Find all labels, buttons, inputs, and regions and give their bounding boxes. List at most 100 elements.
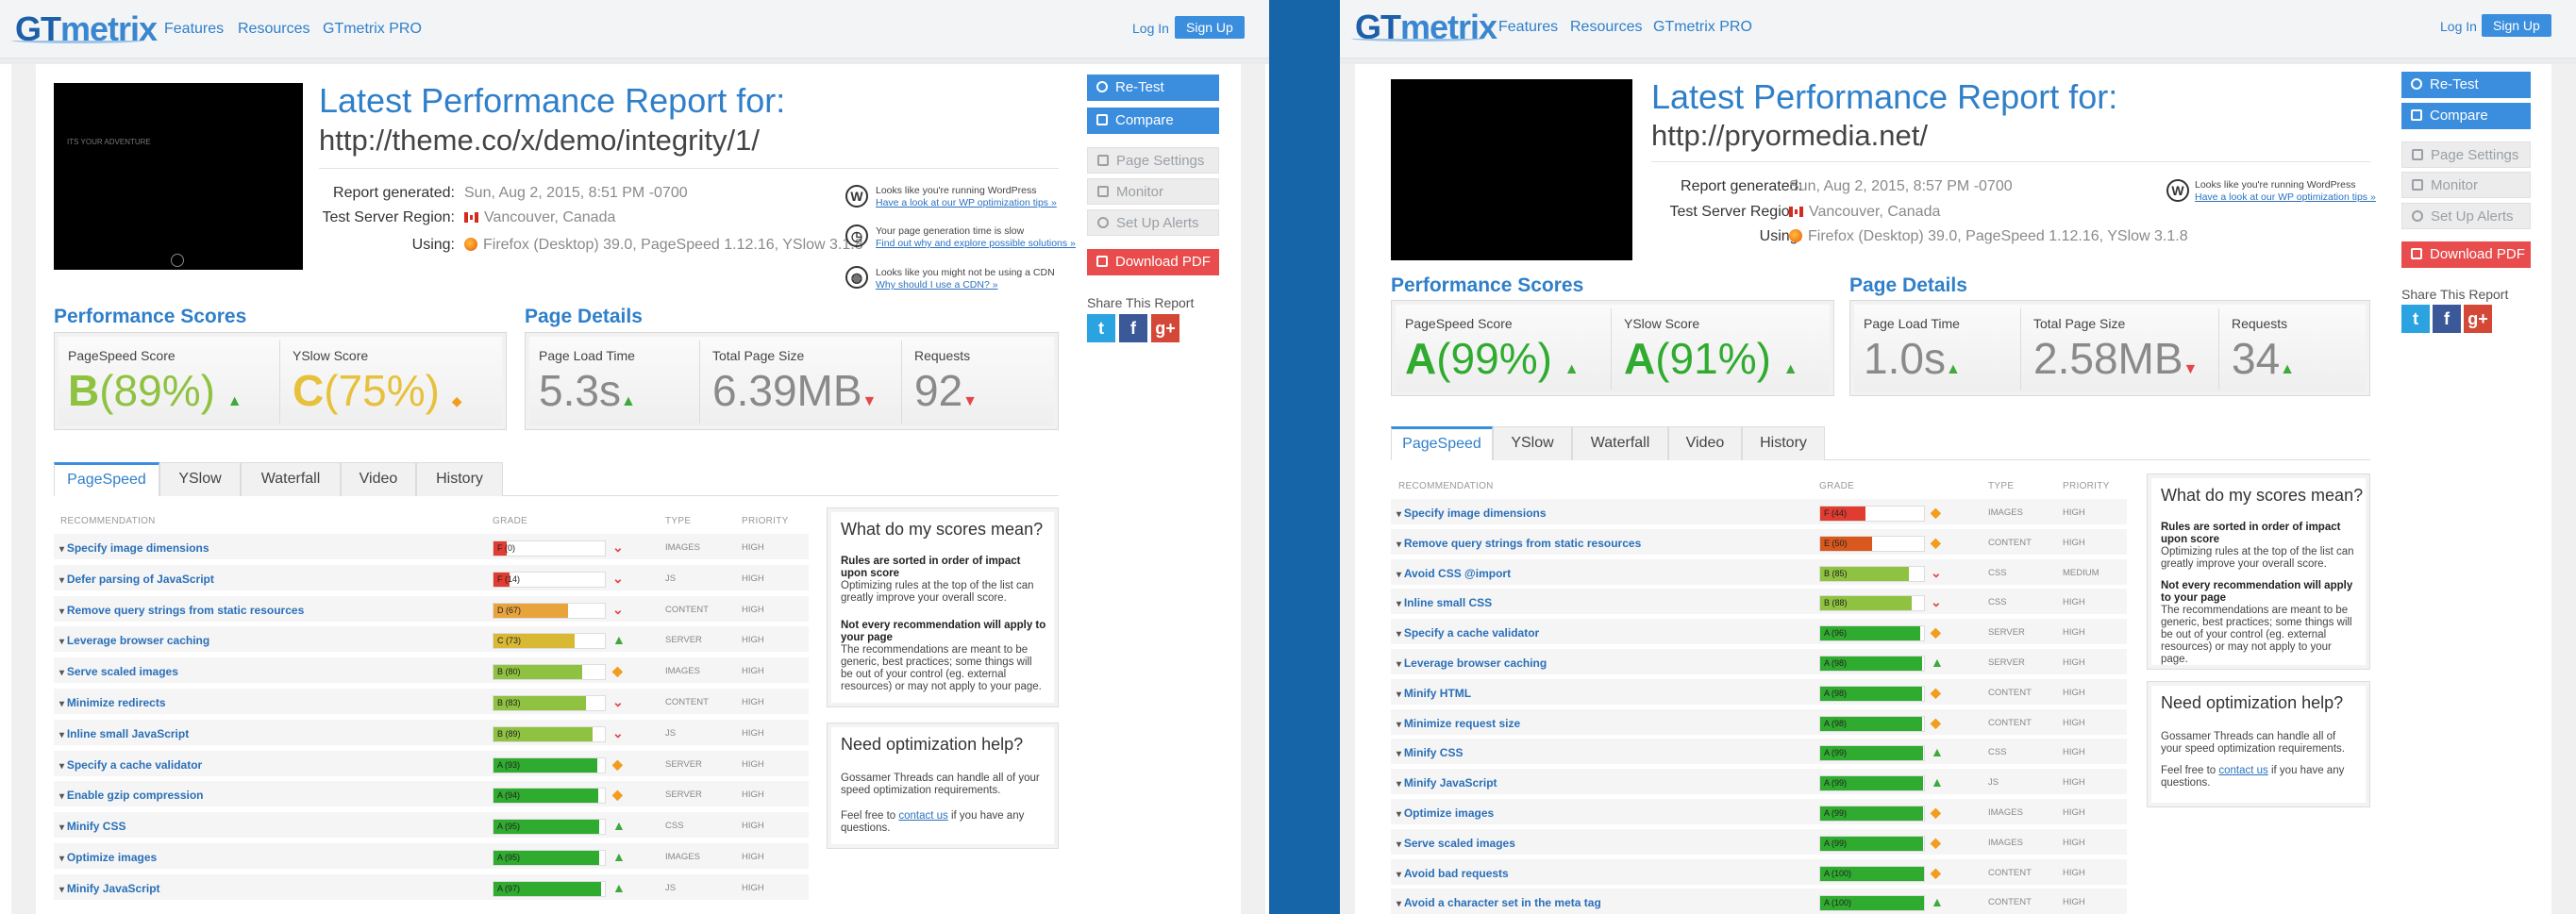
page-settings-button[interactable]: Page Settings [2401,141,2531,168]
nav-resources[interactable]: Resources [238,21,309,38]
slow-solutions-link[interactable]: Find out why and explore possible soluti… [876,238,1076,250]
recommendation-name[interactable]: Minimize redirects [59,696,166,709]
download-pdf-button[interactable]: Download PDF [2401,241,2531,268]
table-row[interactable]: Specify image dimensions F (44) ◆ IMAGES HIG… [1391,499,2127,527]
recommendation-name[interactable]: Inline small JavaScript [59,727,189,740]
table-row[interactable]: Avoid a character set in the meta tag A (… [1391,889,2127,914]
googleplus-icon[interactable]: g+ [2464,305,2492,333]
table-row[interactable]: Serve scaled images A (99) ◆ IMAGES HIGH [1391,828,2127,857]
cdn-link[interactable]: Why should I use a CDN? » [876,279,1055,291]
tab-history[interactable]: History [416,462,503,496]
tab-pagespeed[interactable]: PageSpeed [1391,426,1493,460]
recommendation-name[interactable]: Specify image dimensions [1397,507,1547,520]
retest-button[interactable]: Re-Test [1087,75,1219,101]
recommendation-name[interactable]: Specify a cache validator [59,758,202,772]
total-page-size: Total Page Size 6.39MB▼ [712,348,878,415]
recommendation-name[interactable]: Remove query strings from static resourc… [1397,537,1641,550]
table-row[interactable]: Minimize redirects B (83) ⌄ CONTENT HIGH [54,689,809,717]
table-row[interactable]: Specify image dimensions F (0) ⌄ IMAGES HIGH [54,534,809,562]
recommendation-name[interactable]: Specify a cache validator [1397,626,1539,640]
recommendation-name[interactable]: Leverage browser caching [1397,656,1547,670]
monitor-button[interactable]: Monitor [2401,172,2531,198]
recommendation-name[interactable]: Enable gzip compression [59,789,204,802]
recommendation-name[interactable]: Minimize request size [1397,717,1520,730]
table-row[interactable]: Specify a cache validator A (96) ◆ SERVER HI… [1391,619,2127,648]
compare-button[interactable]: Compare [1087,108,1219,134]
table-row[interactable]: Minify HTML A (98) ◆ CONTENT HIGH [1391,678,2127,707]
table-row[interactable]: Minify CSS A (99) ▲ CSS HIGH [1391,739,2127,768]
recommendation-name[interactable]: Avoid CSS @import [1397,567,1511,580]
gtmetrix-logo[interactable]: GTmetrix [1351,8,1497,47]
recommendation-name[interactable]: Minify CSS [1397,746,1464,759]
recommendation-name[interactable]: Minify CSS [59,820,126,833]
recommendation-name[interactable]: Optimize images [1397,806,1494,820]
retest-button[interactable]: Re-Test [2401,72,2531,98]
nav-resources[interactable]: Resources [1570,19,1642,36]
twitter-icon[interactable]: t [1087,314,1115,342]
nav-features[interactable]: Features [164,21,224,38]
table-row[interactable]: Remove query strings from static resourc… [54,595,809,624]
recommendation-name[interactable]: Minify JavaScript [59,882,160,895]
tab-video[interactable]: Video [1668,426,1742,460]
tab-video[interactable]: Video [341,462,416,496]
page-settings-button[interactable]: Page Settings [1087,147,1219,174]
table-row[interactable]: Leverage browser caching C (73) ▲ SERVER HIG… [54,626,809,656]
nav-features[interactable]: Features [1498,19,1558,36]
table-row[interactable]: Defer parsing of JavaScript F (14) ⌄ JS HIGH [54,564,809,593]
recommendation-name[interactable]: Minify JavaScript [1397,776,1497,789]
tab-history[interactable]: History [1742,426,1825,460]
table-row[interactable]: Avoid bad requests A (100) ◆ CONTENT HIGH [1391,858,2127,888]
wp-tips-link[interactable]: Have a look at our WP optimization tips … [2195,191,2376,204]
tab-yslow[interactable]: YSlow [1493,426,1572,460]
login-link[interactable]: Log In [1132,21,1169,36]
table-row[interactable]: Avoid CSS @import B (85) ⌄ CSS MEDIUM [1391,558,2127,588]
recommendation-name[interactable]: Avoid bad requests [1397,867,1509,880]
googleplus-icon[interactable]: g+ [1151,314,1179,342]
recommendation-name[interactable]: Leverage browser caching [59,634,209,647]
contact-us-link[interactable]: contact us [2218,765,2267,776]
tab-waterfall[interactable]: Waterfall [1572,426,1668,460]
table-row[interactable]: Inline small JavaScript B (89) ⌄ JS HIGH [54,719,809,748]
recommendation-name[interactable]: Remove query strings from static resourc… [59,604,304,617]
facebook-icon[interactable]: f [2433,305,2461,333]
table-row[interactable]: Optimize images A (99) ◆ IMAGES HIGH [1391,799,2127,827]
facebook-icon[interactable]: f [1119,314,1147,342]
alerts-button[interactable]: Set Up Alerts [2401,203,2531,229]
table-row[interactable]: Minify JavaScript A (99) ▲ JS HIGH [1391,769,2127,798]
recommendation-name[interactable]: Specify image dimensions [59,541,209,555]
table-row[interactable]: Inline small CSS B (88) ⌄ CSS HIGH [1391,589,2127,618]
recommendation-name[interactable]: Optimize images [59,851,157,864]
login-link[interactable]: Log In [2440,19,2477,34]
table-row[interactable]: Specify a cache validator A (93) ◆ SERVER HI… [54,750,809,779]
recommendation-name[interactable]: Inline small CSS [1397,596,1492,609]
contact-us-link[interactable]: contact us [898,810,947,822]
recommendation-name[interactable]: Avoid a character set in the meta tag [1397,896,1601,909]
alerts-button[interactable]: Set Up Alerts [1087,209,1219,236]
tab-waterfall[interactable]: Waterfall [241,462,341,496]
twitter-icon[interactable]: t [2401,305,2430,333]
wp-tips-link[interactable]: Have a look at our WP optimization tips … [876,197,1057,209]
monitor-button[interactable]: Monitor [1087,178,1219,205]
recommendation-name[interactable]: Defer parsing of JavaScript [59,573,214,586]
gtmetrix-logo[interactable]: GTmetrix [11,9,158,49]
tab-pagespeed[interactable]: PageSpeed [54,462,159,496]
table-row[interactable]: Remove query strings from static resourc… [1391,528,2127,557]
table-row[interactable]: Minify JavaScript A (97) ▲ JS HIGH [54,873,809,903]
signup-button[interactable]: Sign Up [1175,16,1245,39]
table-row[interactable]: Leverage browser caching A (98) ▲ SERVER HIG… [1391,649,2127,677]
compare-button[interactable]: Compare [2401,103,2531,129]
type-value: CONTENT [1988,867,2032,878]
download-pdf-button[interactable]: Download PDF [1087,249,1219,275]
table-row[interactable]: Serve scaled images B (80) ◆ IMAGES HIGH [54,657,809,687]
table-row[interactable]: Minimize request size A (98) ◆ CONTENT HIGH [1391,708,2127,738]
recommendation-name[interactable]: Serve scaled images [1397,837,1515,850]
table-row[interactable]: Enable gzip compression A (94) ◆ SERVER HIGH [54,781,809,810]
tab-yslow[interactable]: YSlow [159,462,241,496]
recommendation-name[interactable]: Minify HTML [1397,687,1471,700]
recommendation-name[interactable]: Serve scaled images [59,665,178,678]
nav-gtmetrix-pro[interactable]: GTmetrix PRO [323,21,422,38]
table-row[interactable]: Minify CSS A (95) ▲ CSS HIGH [54,812,809,841]
signup-button[interactable]: Sign Up [2482,14,2551,37]
nav-gtmetrix-pro[interactable]: GTmetrix PRO [1653,19,1752,36]
table-row[interactable]: Optimize images A (95) ▲ IMAGES HIGH [54,843,809,872]
